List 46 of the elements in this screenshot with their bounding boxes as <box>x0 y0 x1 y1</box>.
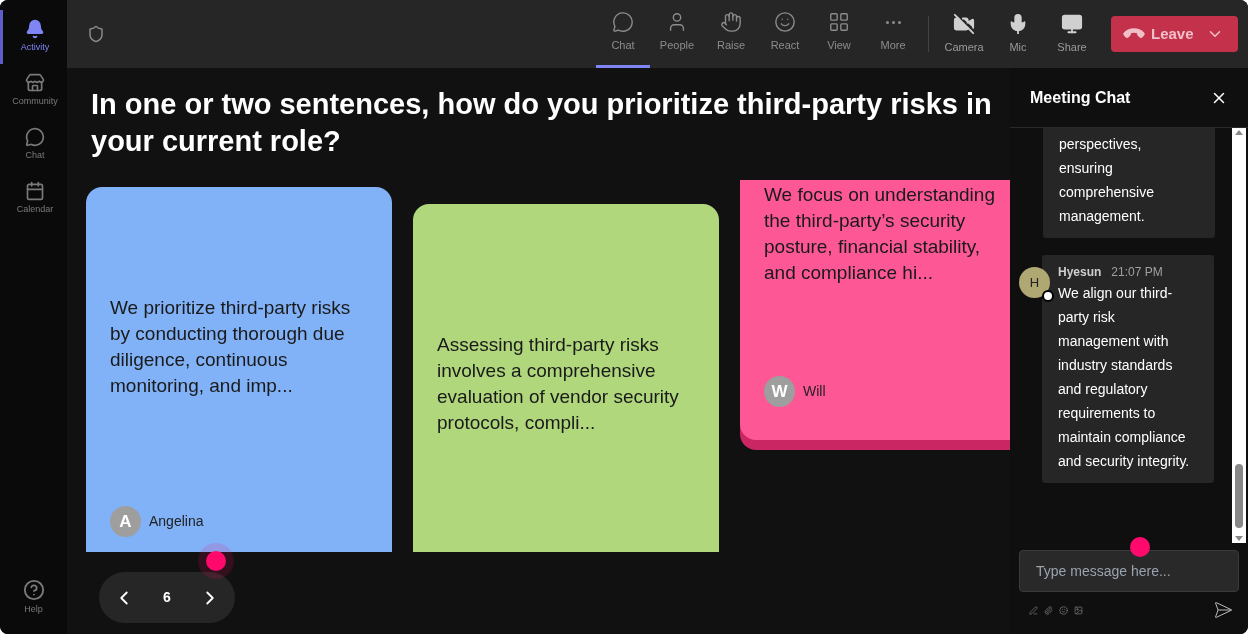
response-text: We prioritize third-party risks by conducting thorough due diligence, continuous monitoring, and imp... <box>110 296 352 398</box>
share-screen-icon <box>1061 12 1083 35</box>
response-card[interactable]: We prioritize third-party risks by conducting thorough due diligence, continuous monitoring, and imp... A Angelina <box>86 187 392 552</box>
leave-button[interactable]: Leave <box>1111 16 1238 52</box>
toolbar-button[interactable]: More <box>866 0 920 68</box>
toolbar-button[interactable]: View <box>812 0 866 68</box>
emoji-icon[interactable] <box>1059 605 1068 615</box>
question-heading: In one or two sentences, how do you prioritize third-party risks in your current role? <box>90 87 993 159</box>
smiley-icon <box>774 11 796 34</box>
message-time: 21:07 PM <box>1111 264 1163 281</box>
bell-icon <box>25 19 45 40</box>
sender-name: Hyesun <box>1058 264 1102 281</box>
send-icon[interactable] <box>1213 600 1233 620</box>
chat-icon <box>612 11 634 34</box>
image-icon[interactable] <box>1074 605 1083 615</box>
grid-icon <box>828 11 850 34</box>
store-icon <box>25 73 45 94</box>
toolbar-button[interactable]: Raise <box>704 0 758 68</box>
hand-icon <box>720 11 742 34</box>
toolbar-button[interactable]: React <box>758 0 812 68</box>
more-icon <box>885 20 901 24</box>
message-text: We align our third-party risk management with industry standards and regulatory requirements to maintain compliance and security integrity. <box>1058 284 1190 471</box>
page-number: 6 <box>163 588 171 607</box>
author-name: Angelina <box>149 512 204 531</box>
response-text: We focus on understanding the third-party’s security posture, financial stability, and compliance hi... <box>764 183 996 285</box>
response-text: Assessing third-party risks involves a comprehensive evaluation of vendor security protocols, compli... <box>437 333 680 435</box>
device-button[interactable]: Mic <box>991 0 1045 68</box>
toolbar-button[interactable]: People <box>650 0 704 68</box>
avatar: W <box>764 376 795 407</box>
camera-off-icon <box>953 12 975 35</box>
device-button[interactable]: Camera <box>937 0 991 68</box>
shield-icon <box>87 25 105 43</box>
message-input[interactable]: Type message here... <box>1019 550 1239 592</box>
rail-item[interactable]: Chat <box>0 118 67 172</box>
chat-title: Meeting Chat <box>1030 87 1131 108</box>
help-icon <box>22 578 45 601</box>
help-button[interactable]: Help <box>22 578 45 616</box>
calendar-icon <box>25 181 45 202</box>
message-text: perspectives, ensuring comprehensive management. <box>1059 135 1155 226</box>
chat-icon <box>25 127 45 148</box>
rail-item[interactable]: Community <box>0 64 67 118</box>
author-name: Will <box>803 382 826 401</box>
avatar: A <box>110 506 141 537</box>
device-button[interactable]: Share <box>1045 0 1099 68</box>
rail-item[interactable]: Calendar <box>0 172 67 226</box>
response-card[interactable]: Assessing third-party risks involves a comprehensive evaluation of vendor security protocols, compli... <box>413 204 719 552</box>
